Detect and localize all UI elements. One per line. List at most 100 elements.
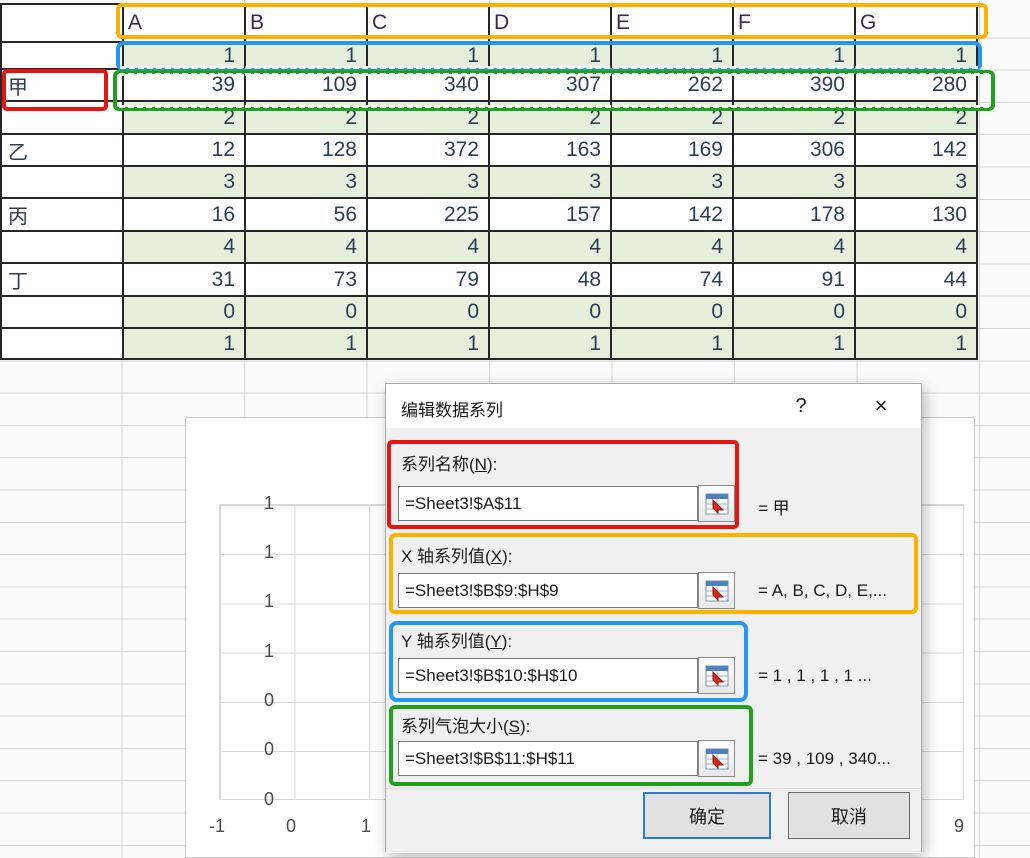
cell[interactable]: C [368, 5, 490, 43]
cell[interactable]: 16 [124, 199, 246, 232]
cell[interactable]: 48 [490, 264, 612, 297]
range-selector-icon[interactable] [698, 657, 735, 694]
cell[interactable] [2, 43, 124, 70]
cell[interactable]: 2 [368, 102, 490, 135]
cell[interactable]: 74 [612, 264, 734, 297]
cell[interactable]: 178 [734, 199, 856, 232]
cell[interactable]: A [124, 5, 246, 43]
cell[interactable]: 225 [368, 199, 490, 232]
cell[interactable]: 1 [734, 329, 856, 360]
cell[interactable]: 1 [490, 43, 612, 70]
cell[interactable]: 372 [368, 135, 490, 167]
cell[interactable]: 44 [856, 264, 978, 297]
cell[interactable]: 1 [368, 43, 490, 70]
cell[interactable]: 3 [246, 167, 368, 199]
cell[interactable] [2, 167, 124, 199]
cell[interactable]: 0 [612, 297, 734, 329]
cell[interactable]: 3 [856, 167, 978, 199]
cell[interactable]: 390 [734, 70, 856, 102]
cell[interactable]: 307 [490, 70, 612, 102]
cell[interactable]: 12 [124, 135, 246, 167]
cell[interactable]: 31 [124, 264, 246, 297]
cell[interactable]: B [246, 5, 368, 43]
help-icon[interactable]: ? [784, 390, 818, 422]
cell[interactable]: 0 [124, 297, 246, 329]
range-selector-icon[interactable] [698, 572, 735, 609]
cell[interactable]: 4 [368, 232, 490, 264]
cell[interactable]: 1 [734, 43, 856, 70]
cell[interactable]: 280 [856, 70, 978, 102]
cell[interactable]: 130 [856, 199, 978, 232]
cell[interactable]: 1 [246, 43, 368, 70]
cell[interactable]: D [490, 5, 612, 43]
cell[interactable]: 0 [490, 297, 612, 329]
cell[interactable]: 142 [856, 135, 978, 167]
cell[interactable]: 3 [490, 167, 612, 199]
cell[interactable]: 4 [490, 232, 612, 264]
cell[interactable]: 1 [368, 329, 490, 360]
cell[interactable]: 4 [246, 232, 368, 264]
cell[interactable]: 2 [490, 102, 612, 135]
cell[interactable]: 甲 [2, 70, 124, 102]
cell[interactable]: 4 [734, 232, 856, 264]
ok-button[interactable]: 确定 [643, 792, 771, 839]
cell[interactable]: 2 [856, 102, 978, 135]
cell[interactable]: 142 [612, 199, 734, 232]
cell[interactable]: 3 [612, 167, 734, 199]
cell[interactable]: E [612, 5, 734, 43]
y-values-input[interactable] [398, 658, 698, 693]
cell[interactable]: F [734, 5, 856, 43]
cancel-button[interactable]: 取消 [788, 792, 910, 839]
series-name-input[interactable] [398, 486, 698, 521]
cell[interactable] [2, 297, 124, 329]
cell[interactable]: 73 [246, 264, 368, 297]
cell[interactable]: 56 [246, 199, 368, 232]
cell[interactable]: 1 [124, 43, 246, 70]
cell[interactable]: 1 [246, 329, 368, 360]
cell[interactable]: 0 [734, 297, 856, 329]
cell[interactable] [2, 102, 124, 135]
cell[interactable]: 丁 [2, 264, 124, 297]
cell[interactable]: 157 [490, 199, 612, 232]
cell[interactable]: 1 [124, 329, 246, 360]
cell[interactable]: 4 [612, 232, 734, 264]
cell[interactable]: 4 [856, 232, 978, 264]
close-icon[interactable]: × [864, 390, 898, 422]
cell[interactable]: 0 [246, 297, 368, 329]
cell[interactable]: 262 [612, 70, 734, 102]
cell[interactable]: 2 [612, 102, 734, 135]
cell[interactable]: 1 [612, 329, 734, 360]
cell[interactable]: 109 [246, 70, 368, 102]
cell[interactable]: 1 [490, 329, 612, 360]
cell[interactable] [2, 5, 124, 43]
cell[interactable]: 2 [124, 102, 246, 135]
cell[interactable]: 1 [856, 43, 978, 70]
range-selector-icon[interactable] [698, 740, 735, 777]
cell[interactable]: 169 [612, 135, 734, 167]
bubble-size-input[interactable] [398, 741, 698, 776]
cell[interactable] [2, 329, 124, 360]
cell[interactable]: 0 [368, 297, 490, 329]
cell[interactable]: 丙 [2, 199, 124, 232]
cell[interactable]: 2 [246, 102, 368, 135]
cell[interactable]: G [856, 5, 978, 43]
cell[interactable]: 340 [368, 70, 490, 102]
cell[interactable]: 3 [368, 167, 490, 199]
x-values-input[interactable] [398, 573, 698, 608]
cell[interactable]: 0 [856, 297, 978, 329]
cell[interactable]: 91 [734, 264, 856, 297]
cell[interactable]: 79 [368, 264, 490, 297]
cell[interactable]: 306 [734, 135, 856, 167]
cell[interactable]: 4 [124, 232, 246, 264]
cell[interactable]: 乙 [2, 135, 124, 167]
cell[interactable]: 163 [490, 135, 612, 167]
cell[interactable]: 2 [734, 102, 856, 135]
range-selector-icon[interactable] [698, 485, 735, 522]
cell[interactable]: 128 [246, 135, 368, 167]
cell[interactable]: 3 [734, 167, 856, 199]
cell[interactable]: 3 [124, 167, 246, 199]
cell[interactable] [2, 232, 124, 264]
cell[interactable]: 1 [612, 43, 734, 70]
cell[interactable]: 39 [124, 70, 246, 102]
cell[interactable]: 1 [856, 329, 978, 360]
